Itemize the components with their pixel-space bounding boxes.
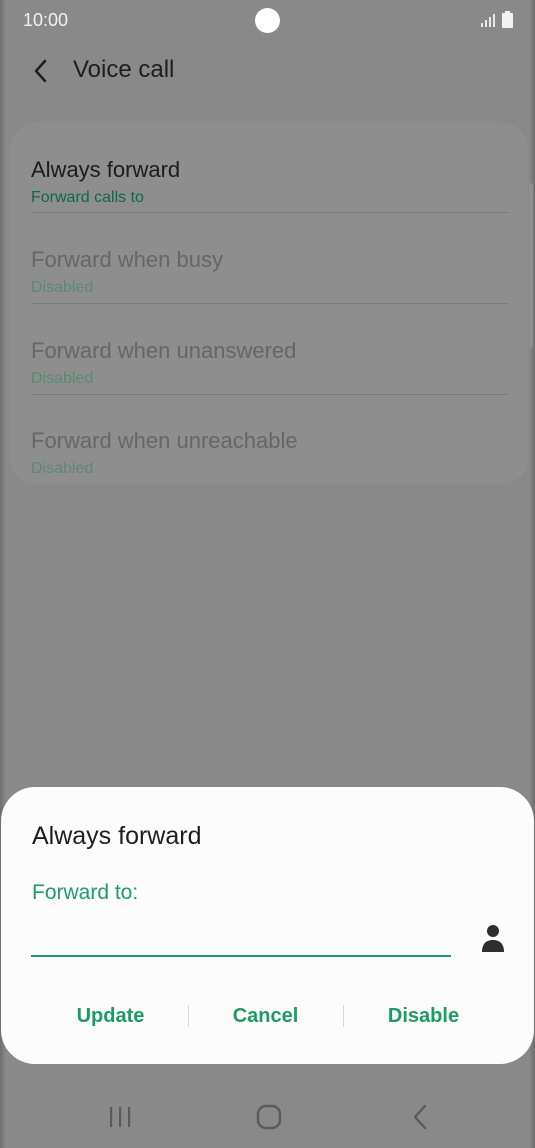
navigation-bar <box>0 1090 535 1148</box>
cancel-button[interactable]: Cancel <box>208 1000 323 1032</box>
back-icon[interactable] <box>410 1104 430 1130</box>
divider <box>31 394 509 395</box>
person-icon[interactable] <box>481 924 505 954</box>
setting-title: Always forward <box>31 157 181 182</box>
dialog-title: Always forward <box>32 822 202 850</box>
divider <box>31 212 509 213</box>
scrollbar[interactable] <box>529 183 533 348</box>
page-title: Voice call <box>73 56 175 83</box>
setting-always-forward[interactable]: Always forward Forward calls to <box>31 137 509 227</box>
button-separator <box>343 1005 344 1027</box>
setting-title: Forward when unanswered <box>31 338 297 363</box>
chevron-left-icon[interactable] <box>30 57 52 85</box>
forward-to-label: Forward to: <box>32 881 139 904</box>
signal-icon <box>481 14 495 27</box>
button-separator <box>188 1005 189 1027</box>
disable-button[interactable]: Disable <box>366 1000 481 1032</box>
battery-icon <box>502 11 513 28</box>
camera-cutout <box>255 8 280 33</box>
always-forward-dialog: Always forward Forward to: Update Cancel… <box>1 787 534 1064</box>
setting-subtitle: Disabled <box>31 370 94 387</box>
app-header: Voice call <box>0 48 535 94</box>
setting-forward-when-unreachable[interactable]: Forward when unreachable Disabled <box>31 408 509 498</box>
setting-subtitle: Disabled <box>31 460 94 477</box>
screen: 10:00 Voice call Always forward Forward … <box>0 0 535 1148</box>
status-bar: 10:00 <box>0 0 535 42</box>
status-time: 10:00 <box>23 10 69 30</box>
call-forwarding-list: Always forward Forward calls to Forward … <box>10 123 528 484</box>
home-icon[interactable] <box>256 1104 282 1130</box>
setting-title: Forward when unreachable <box>31 428 298 453</box>
update-button[interactable]: Update <box>53 1000 168 1032</box>
setting-subtitle: Disabled <box>31 279 94 296</box>
forward-number-input[interactable] <box>31 917 451 957</box>
setting-subtitle: Forward calls to <box>31 189 144 206</box>
setting-title: Forward when busy <box>31 247 223 272</box>
recents-icon[interactable] <box>107 1106 133 1128</box>
divider <box>31 303 509 304</box>
